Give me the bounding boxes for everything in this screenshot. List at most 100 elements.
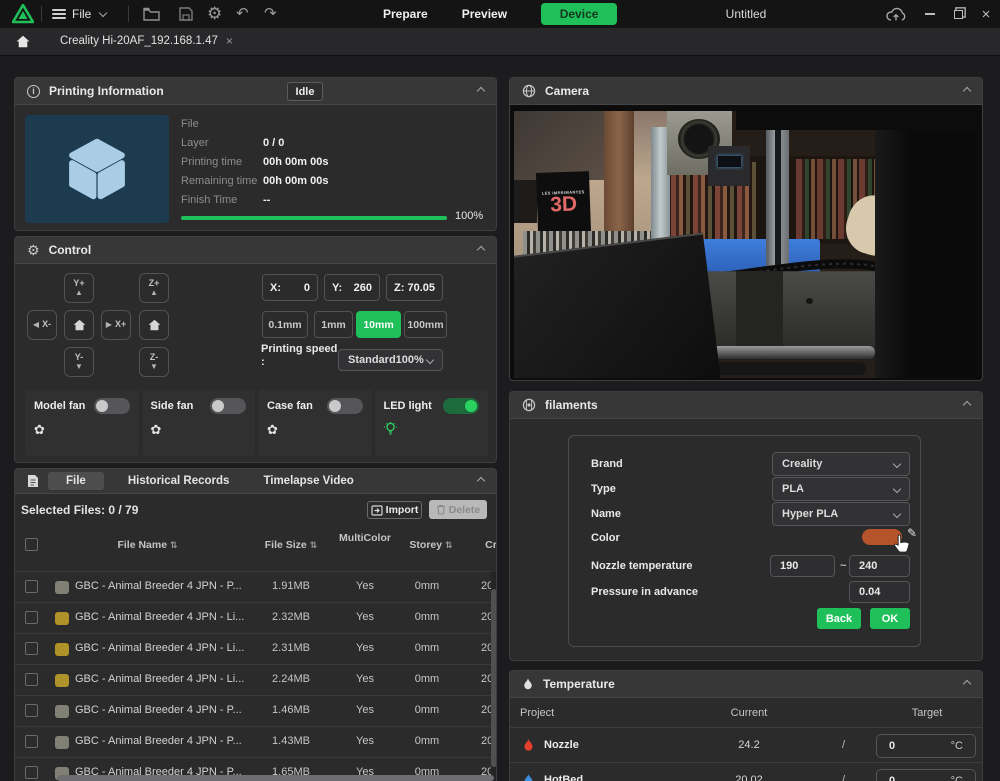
side-fan-toggle[interactable] [210,398,246,414]
camera-feed: LES IMPRIMANTES 3D [514,111,977,378]
step-0.1mm-button[interactable]: 0.1mm [262,311,308,338]
name-dropdown[interactable]: Hyper PLA [772,502,910,526]
pressure-input[interactable]: 0.04 [849,581,910,603]
nozzle-current: 24.2 [699,739,799,751]
camera-header[interactable]: Camera [510,78,982,105]
nozzle-target-input[interactable]: 0°C [876,734,976,758]
tab-device[interactable]: Device [541,3,617,25]
case-fan-toggle[interactable] [327,398,363,414]
file-row[interactable]: GBC - Animal Breeder 4 JPN - P... 1.46MB… [15,695,497,726]
vertical-scrollbar[interactable] [491,571,497,781]
control-header[interactable]: ⚙ Control [15,237,496,264]
collapse-icon[interactable] [477,477,485,485]
horizontal-scrollbar[interactable] [57,775,494,781]
filaments-header[interactable]: filaments [510,392,982,419]
printer-tab-close-icon[interactable]: × [226,34,233,48]
tab-timelapse-video[interactable]: Timelapse Video [253,472,363,490]
delete-button[interactable]: Delete [429,500,487,519]
step-10mm-button[interactable]: 10mm [356,311,401,338]
sort-icon[interactable]: ⇅ [170,540,178,550]
col-file-size[interactable]: File Size ⇅ [260,539,322,551]
tab-prepare[interactable]: Prepare [383,7,428,21]
file-row[interactable]: GBC - Animal Breeder 4 JPN - Li... 2.31M… [15,633,497,664]
nozzle-min-input[interactable]: 190 [770,555,835,577]
printer-tab-label: Creality Hi-20AF_192.168.1.47 [60,35,218,47]
jog-z-plus-button[interactable]: Z+▲ [139,273,169,303]
collapse-icon[interactable] [963,680,971,688]
printing-speed-dropdown[interactable]: Standard100% [338,349,443,371]
led-light-toggle[interactable] [443,398,479,414]
z-coordinate-field[interactable]: Z:70.05 [386,274,443,301]
file-storey: 0mm [405,704,449,716]
jog-z-minus-button[interactable]: Z-▼ [139,347,169,377]
jog-x-plus-button[interactable]: ▶X+ [101,310,131,340]
row-checkbox[interactable] [25,580,38,593]
jog-y-minus-button[interactable]: Y-▼ [64,347,94,377]
collapse-icon[interactable] [477,246,485,254]
info-icon: i [27,85,40,98]
row-checkbox[interactable] [25,642,38,655]
file-row[interactable]: GBC - Animal Breeder 4 JPN - Li... 2.24M… [15,664,497,695]
row-checkbox[interactable] [25,766,38,779]
x-coordinate-field[interactable]: X:0 [262,274,318,301]
step-100mm-button[interactable]: 100mm [404,311,447,338]
home-icon[interactable] [16,35,30,48]
collapse-icon[interactable] [963,87,971,95]
printer-tab[interactable]: Creality Hi-20AF_192.168.1.47 × [60,34,233,48]
chevron-down-icon[interactable] [99,9,107,17]
undo-icon[interactable]: ↶ [236,4,249,24]
sort-icon[interactable]: ⇅ [445,540,453,550]
cloud-upload-icon[interactable] [885,5,907,23]
tab-file[interactable]: File [48,472,104,490]
tab-historical-records[interactable]: Historical Records [118,472,240,490]
chevron-down-icon [893,460,901,468]
nozzle-max-input[interactable]: 240 [849,555,910,577]
brand-dropdown[interactable]: Creality [772,452,910,476]
jog-x-minus-button[interactable]: ◀X- [27,310,57,340]
jog-home-z-button[interactable] [139,310,169,340]
temperature-header[interactable]: Temperature [510,671,982,698]
row-checkbox[interactable] [25,611,38,624]
printing-info-header[interactable]: i Printing Information Idle [15,78,496,105]
brand-label: Brand [591,458,623,470]
import-button[interactable]: Import [367,501,422,519]
hamburger-menu-icon[interactable] [52,9,66,21]
jog-y-plus-button[interactable]: Y+▲ [64,273,94,303]
save-icon[interactable] [179,7,193,21]
step-1mm-button[interactable]: 1mm [314,311,353,338]
range-separator: ~ [840,560,846,572]
tab-preview[interactable]: Preview [462,7,507,21]
row-checkbox[interactable] [25,704,38,717]
file-size: 2.32MB [260,611,322,623]
row-checkbox[interactable] [25,735,38,748]
model-fan-toggle[interactable] [94,398,130,414]
settings-gear-icon[interactable]: ⚙ [207,4,222,24]
col-storey[interactable]: Storey ⇅ [405,539,457,551]
redo-icon[interactable]: ↷ [264,4,277,24]
restore-button[interactable] [944,0,972,28]
file-row[interactable]: GBC - Animal Breeder 4 JPN - Li... 2.32M… [15,602,497,633]
ok-button[interactable]: OK [870,608,910,629]
col-file-name[interactable]: File Name ⇅ [75,539,220,551]
files-panel: File Historical Records Timelapse Video … [14,468,497,781]
file-menu[interactable]: File [72,7,91,21]
open-folder-icon[interactable] [143,7,160,21]
file-row[interactable]: GBC - Animal Breeder 4 JPN - P... 1.43MB… [15,726,497,757]
files-tabs: File Historical Records Timelapse Video [48,472,364,490]
select-all-checkbox[interactable] [25,538,38,551]
row-checkbox[interactable] [25,673,38,686]
close-button[interactable]: × [972,0,1000,28]
type-dropdown[interactable]: PLA [772,477,910,501]
nozzle-temp-row: Nozzle 24.2 / 0°C [510,728,982,763]
hotbed-target-input[interactable]: 0°C [876,769,976,781]
minimize-button[interactable] [916,0,944,28]
jog-home-xy-button[interactable] [64,310,94,340]
slash-separator: / [842,774,845,781]
y-coordinate-field[interactable]: Y:260 [324,274,380,301]
led-light-cell: LED light [375,390,489,456]
collapse-icon[interactable] [477,87,485,95]
file-row[interactable]: GBC - Animal Breeder 4 JPN - P... 1.91MB… [15,571,497,602]
back-button[interactable]: Back [817,608,861,629]
collapse-icon[interactable] [963,401,971,409]
sort-icon[interactable]: ⇅ [310,540,318,550]
